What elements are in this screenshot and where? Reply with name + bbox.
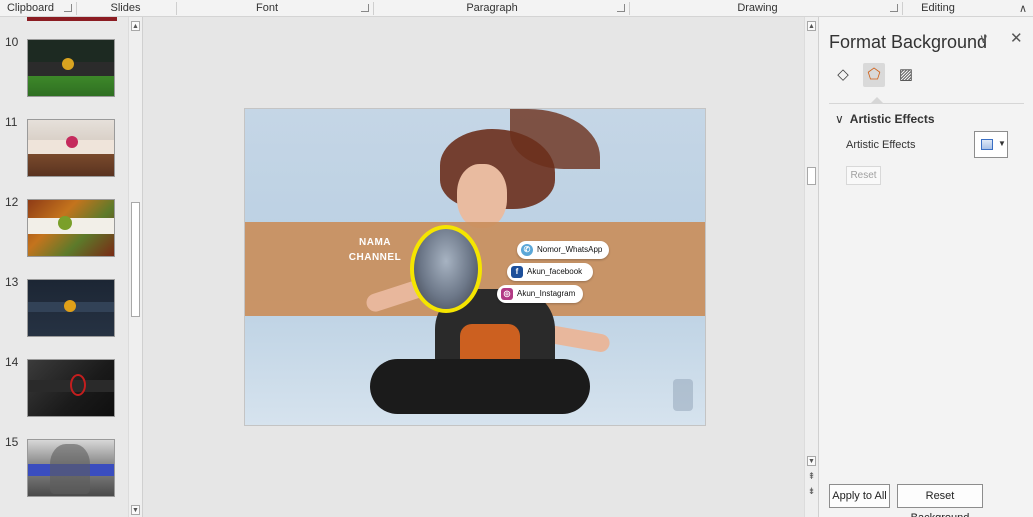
dialog-launcher-icon[interactable] bbox=[361, 4, 369, 12]
format-background-pane: Format Background ∨ ✕ ◇ ⬠ ▨ ∨ Artistic Ef… bbox=[818, 17, 1033, 517]
whatsapp-pill: ✆ Nomor_WhatsApp bbox=[517, 241, 609, 259]
dialog-launcher-icon[interactable] bbox=[890, 4, 898, 12]
scroll-down-icon[interactable]: ▼ bbox=[807, 456, 816, 466]
facebook-label: Akun_facebook bbox=[527, 267, 583, 276]
facebook-icon: f bbox=[511, 266, 523, 278]
scroll-up-icon[interactable]: ▲ bbox=[131, 21, 140, 31]
reset-background-button[interactable]: Reset Background bbox=[897, 484, 983, 517]
slide-photo-face bbox=[457, 164, 507, 228]
artistic-effect-preview-icon bbox=[981, 139, 993, 150]
thumbnail-image bbox=[27, 359, 115, 417]
group-slides[interactable]: Slides bbox=[77, 0, 174, 17]
thumbnail-image bbox=[27, 199, 115, 257]
thumbnail-slide[interactable]: 10 bbox=[0, 35, 128, 97]
artistic-effects-label: Artistic Effects bbox=[846, 139, 916, 151]
artistic-effects-dropdown[interactable]: ▼ bbox=[974, 131, 1008, 158]
thumbnail-image bbox=[27, 119, 115, 177]
dialog-launcher-icon[interactable] bbox=[617, 4, 625, 12]
thumbnail-slide[interactable]: 14 bbox=[0, 355, 128, 417]
slide-scrollbar[interactable]: ▲ ▼ ⇞ ⇟ bbox=[804, 17, 818, 517]
thumbnail-image bbox=[27, 439, 115, 497]
slide-number: 14 bbox=[5, 355, 19, 369]
thumbnail-image bbox=[27, 39, 115, 97]
group-drawing[interactable]: Drawing bbox=[630, 0, 885, 17]
slide-number: 13 bbox=[5, 275, 19, 289]
previous-slide-icon[interactable]: ⇞ bbox=[807, 472, 816, 482]
group-label: Clipboard bbox=[6, 2, 55, 14]
close-icon[interactable]: ✕ bbox=[1010, 29, 1023, 47]
group-label: Font bbox=[255, 2, 278, 14]
dialog-launcher-icon[interactable] bbox=[64, 4, 72, 12]
slide-number: 10 bbox=[5, 35, 19, 49]
thumbnail-image bbox=[27, 279, 115, 337]
powerpoint-window: Clipboard Slides Font Paragraph Drawing … bbox=[0, 0, 1033, 517]
scrollbar-thumb[interactable] bbox=[807, 167, 816, 185]
group-paragraph[interactable]: Paragraph bbox=[374, 0, 610, 17]
thumbnail-slide[interactable]: 11 bbox=[0, 115, 128, 177]
scroll-up-icon[interactable]: ▲ bbox=[807, 21, 816, 31]
group-editing[interactable]: Editing bbox=[903, 0, 973, 17]
instagram-pill: ◎ Akun_Instagram bbox=[497, 285, 583, 303]
next-slide-icon[interactable]: ⇟ bbox=[807, 487, 816, 497]
profile-photo-circle bbox=[410, 225, 482, 313]
whatsapp-icon: ✆ bbox=[521, 244, 533, 256]
instagram-label: Akun_Instagram bbox=[517, 289, 576, 298]
apply-to-all-button[interactable]: Apply to All bbox=[829, 484, 890, 508]
slide-editing-area: NAMA CHANNEL ✆ Nomor_WhatsApp f Akun_fac… bbox=[144, 17, 818, 517]
section-artistic-effects[interactable]: ∨ Artistic Effects bbox=[835, 112, 935, 126]
fill-icon[interactable]: ◇ bbox=[832, 63, 854, 87]
slide-thumbnails-pane: 10 11 12 13 14 15 ▲ ▼ bbox=[0, 17, 143, 517]
group-clipboard[interactable]: Clipboard bbox=[0, 0, 61, 17]
tab-divider bbox=[829, 103, 1024, 104]
group-label: Paragraph bbox=[466, 2, 518, 14]
slide-number: 15 bbox=[5, 435, 19, 449]
effects-icon[interactable]: ⬠ bbox=[863, 63, 885, 87]
pane-title: Format Background bbox=[829, 32, 988, 52]
instagram-icon: ◎ bbox=[501, 288, 513, 300]
thumbnail-slide[interactable]: 15 bbox=[0, 435, 128, 497]
chevron-up-icon[interactable]: ∧ bbox=[1019, 2, 1027, 15]
chevron-down-icon: ∨ bbox=[835, 112, 844, 126]
thumbnail-slide[interactable]: 12 bbox=[0, 195, 128, 257]
ribbon-group-labels: Clipboard Slides Font Paragraph Drawing … bbox=[0, 0, 1033, 17]
channel-name: NAMA CHANNEL bbox=[345, 235, 405, 265]
watermark-icon bbox=[673, 379, 693, 411]
group-label: Editing bbox=[921, 2, 955, 14]
picture-icon[interactable]: ▨ bbox=[895, 63, 917, 87]
group-font[interactable]: Font bbox=[177, 0, 357, 17]
scrollbar-thumb[interactable] bbox=[131, 202, 140, 317]
scroll-down-icon[interactable]: ▼ bbox=[131, 505, 140, 515]
current-slide[interactable]: NAMA CHANNEL ✆ Nomor_WhatsApp f Akun_fac… bbox=[244, 108, 706, 426]
section-title: Artistic Effects bbox=[849, 112, 935, 126]
selected-thumbnail-edge bbox=[27, 17, 117, 21]
group-label: Drawing bbox=[737, 2, 778, 14]
thumbnail-slide[interactable]: 13 bbox=[0, 275, 128, 337]
slide-number: 11 bbox=[5, 115, 18, 129]
dropdown-arrow-icon: ▼ bbox=[998, 139, 1006, 148]
group-label: Slides bbox=[110, 2, 141, 14]
chevron-down-icon[interactable]: ∨ bbox=[979, 31, 989, 47]
channel-line-2: CHANNEL bbox=[348, 252, 402, 263]
thumbnails-scrollbar[interactable]: ▲ ▼ bbox=[128, 17, 142, 517]
slide-number: 12 bbox=[5, 195, 19, 209]
facebook-pill: f Akun_facebook bbox=[507, 263, 593, 281]
slide-photo-legs bbox=[370, 359, 590, 414]
reset-button[interactable]: Reset bbox=[846, 166, 881, 185]
whatsapp-label: Nomor_WhatsApp bbox=[537, 245, 603, 254]
channel-line-1: NAMA bbox=[359, 237, 391, 248]
